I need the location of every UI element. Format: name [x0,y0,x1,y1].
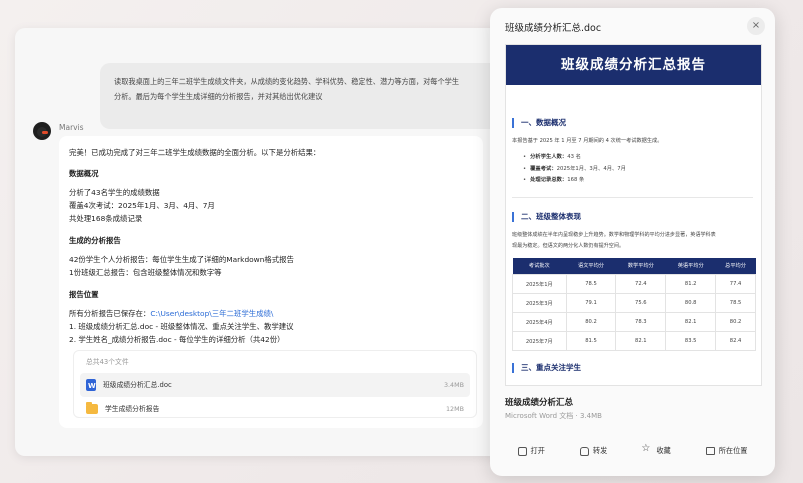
table-header: 英语平均分 [665,257,716,275]
user-message-bubble: 读取我桌面上的三年二班学生成绩文件夹，从成绩的变化趋势、学科优势、稳定性、潜力等… [100,63,520,129]
reply-list-item: 1. 班级成绩分析汇总.doc - 班级整体情况、重点关注学生、教学建议 [69,322,294,331]
doc-paragraph: 班级整体成绩在半年内呈现稳步上升趋势。数学和物理学科的平均分进步显著，英语学科表 [512,231,716,238]
reply-list-item: 2. 学生姓名_成绩分析报告.doc - 每位学生的详细分析（共42份） [69,335,285,344]
table-header: 数学平均分 [615,257,666,275]
table-cell: 79.1 [565,293,617,313]
table-cell: 2025年7月 [512,331,567,351]
table-cell: 82.1 [665,312,717,332]
reply-line: 所有分析报告已保存在：C:\User\desktop\三年二班学生成绩\ [69,307,473,320]
doc-list-item: 覆盖考试：2025年1月、3月、4月、7月 [523,164,761,176]
table-cell: 81.2 [665,274,717,294]
table-cell: 75.6 [615,293,667,313]
table-cell: 2025年1月 [512,274,567,294]
doc-list: 分析学生人数：43 名 覆盖考试：2025年1月、3月、4月、7月 处理记录总数… [512,152,761,187]
favorite-button[interactable]: 收藏 [641,443,670,456]
star-icon [641,443,652,456]
folder-path-link[interactable]: C:\User\desktop\三年二班学生成绩\ [150,309,273,318]
table-cell: 83.5 [665,331,717,351]
document-preview[interactable]: 班级成绩分析汇总报告 一、数据概况 本报告基于 2025 年 1 月至 7 月期… [505,44,762,386]
chat-window: 读取我桌面上的三年二班学生成绩文件夹，从成绩的变化趋势、学科优势、稳定性、潜力等… [15,28,535,456]
divider [512,196,753,198]
table-cell: 78.5 [565,274,617,294]
reply-line: 共处理168条成绩记录 [69,214,143,223]
table-cell: 77.4 [715,274,756,294]
table-cell: 80.2 [565,312,617,332]
table-row: 2025年3月 79.1 75.6 80.8 78.5 [512,293,756,313]
table-cell: 80.8 [665,293,717,313]
table-cell: 78.3 [615,312,667,332]
folder-icon [86,402,98,414]
preview-title: 班级成绩分析汇总.doc [505,23,602,34]
file-count-label: 总共43个文件 [86,358,129,366]
table-row: 2025年1月 78.5 72.4 81.2 77.4 [512,274,756,294]
section-title: 数据概况 [69,169,99,178]
share-icon [579,446,589,456]
table-cell: 78.5 [715,293,756,313]
reply-line: 42份学生个人分析报告：每位学生生成了详细的Markdown格式报告 [69,255,294,264]
agent-avatar [33,122,51,140]
agent-name: Marvis [59,123,84,132]
table-cell: 82.4 [715,331,756,351]
score-table: 考试批次 语文平均分 数学平均分 英语平均分 总平均分 2025年1月 78.5… [512,257,756,351]
doc-paragraph: 本报告基于 2025 年 1 月至 7 月期间的 4 次统一考试数据生成。 [512,138,663,144]
table-cell: 2025年3月 [512,293,567,313]
file-item[interactable]: 学生成绩分析报告 12MB [80,397,470,421]
table-row: 2025年4月 80.2 78.3 82.1 80.2 [512,312,756,332]
word-doc-icon [86,379,96,393]
reply-line: 1份班级汇总报告：包含班级整体情况和数字等 [69,268,222,277]
location-button[interactable]: 所在位置 [705,446,747,456]
doc-heading: 三、重点关注学生 [512,363,761,373]
file-name: 班级成绩分析汇总.doc [103,380,172,389]
table-cell: 72.4 [615,274,667,294]
file-size: 3.4MB [443,380,464,389]
file-name: 学生成绩分析报告 [105,404,160,413]
table-cell: 81.5 [565,331,617,351]
file-list-box: 总共43个文件 班级成绩分析汇总.doc 3.4MB 学生成绩分析报告 12MB [73,350,477,418]
user-message-line: 读取我桌面上的三年二班学生成绩文件夹，从成绩的变化趋势、学科优势、稳定性、潜力等… [114,77,460,86]
file-preview-panel: 班级成绩分析汇总.doc × 班级成绩分析汇总报告 一、数据概况 本报告基于 2… [490,8,775,476]
doc-list-item: 处理记录总数：168 条 [523,175,761,187]
file-size: 12MB [445,404,464,413]
doc-heading: 一、数据概况 [512,118,761,128]
table-header: 总平均分 [715,257,756,275]
open-button[interactable]: 打开 [517,446,545,456]
table-cell: 80.2 [715,312,756,332]
open-icon [517,446,527,456]
section-title: 生成的分析报告 [69,236,121,245]
doc-banner-title: 班级成绩分析汇总报告 [506,45,761,85]
reply-line: 分析了43名学生的成绩数据 [69,188,160,197]
user-message-line: 分析。最后为每个学生生成详细的分析报告，并对其给出优化建议 [114,92,323,101]
reply-intro: 完美！已成功完成了对三年二班学生成绩数据的全面分析。以下是分析结果： [69,148,321,157]
close-button[interactable]: × [747,17,765,35]
folder-icon [705,447,715,455]
table-cell: 2025年4月 [512,312,567,332]
preview-file-meta: Microsoft Word 文档 · 3.4MB [505,412,602,420]
table-header: 考试批次 [512,257,567,275]
doc-list-item: 分析学生人数：43 名 [523,152,761,164]
doc-paragraph: 现最为稳定。但语文的两分化人数仍有提升空间。 [512,242,625,249]
preview-actions: 打开 转发 收藏 所在位置 [490,443,775,456]
path-prefix: 所有分析报告已保存在： [69,309,151,318]
preview-file-name: 班级成绩分析汇总 [505,398,574,408]
section-title: 报告位置 [69,290,99,299]
table-row: 2025年7月 81.5 82.1 83.5 82.4 [512,331,756,351]
reply-line: 覆盖4次考试：2025年1月、3月、4月、7月 [69,201,215,210]
file-item[interactable]: 班级成绩分析汇总.doc 3.4MB [80,373,470,397]
table-header: 语文平均分 [566,257,616,275]
agent-reply-card: 完美！已成功完成了对三年二班学生成绩数据的全面分析。以下是分析结果： 数据概况 … [59,136,483,428]
table-cell: 82.1 [615,331,667,351]
share-button[interactable]: 转发 [579,446,607,456]
doc-heading: 二、班级整体表现 [512,211,761,222]
